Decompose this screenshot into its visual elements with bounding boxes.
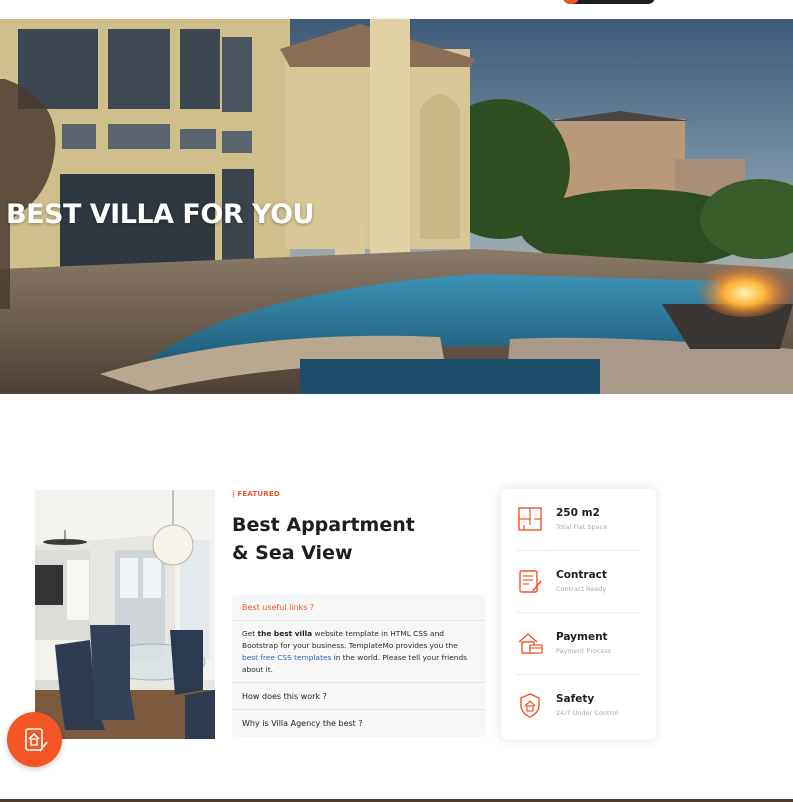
info-value: 250 m2 xyxy=(556,507,600,519)
faq-accordion: Best useful links ? Get the best villa w… xyxy=(232,595,485,737)
apartment-photo xyxy=(35,490,215,739)
info-label: 24/7 Under Control xyxy=(556,709,618,717)
featured-title: Best Appartment & Sea View xyxy=(232,511,482,567)
contract-icon xyxy=(519,570,542,593)
info-value: Contract xyxy=(556,569,607,581)
info-label: Payment Process xyxy=(556,647,612,655)
floor-plan-icon xyxy=(518,507,542,531)
featured-title-line2: & Sea View xyxy=(232,542,353,564)
featured-title-line1: Best Appartment xyxy=(232,514,415,536)
info-label: Contract Ready xyxy=(556,585,607,593)
accordion-item-open[interactable]: Best useful links ? xyxy=(232,595,485,621)
info-row-contract: Contract Contract Ready xyxy=(516,551,640,613)
info-value: Safety xyxy=(556,693,595,705)
info-card: 250 m2 Total Flat Space Contract Contrac… xyxy=(501,489,656,740)
top-strip xyxy=(0,0,793,19)
info-value: Payment xyxy=(556,631,608,643)
info-row-flat-space: 250 m2 Total Flat Space xyxy=(516,489,640,551)
floating-house-icon-badge[interactable] xyxy=(7,712,62,767)
accordion-item[interactable]: How does this work ? xyxy=(232,683,485,710)
page: BEST VILLA FOR YOU | FEATURED Best Appar… xyxy=(0,0,793,802)
header-button[interactable] xyxy=(563,0,655,4)
payment-icon xyxy=(518,633,543,654)
info-row-payment: Payment Payment Process xyxy=(516,613,640,675)
best-free-css-templates-link[interactable]: best free CSS templates xyxy=(242,653,331,662)
apartment-interior-image xyxy=(35,490,215,739)
accordion-body: Get the best villa website template in H… xyxy=(232,621,485,683)
featured-label: | FEATURED xyxy=(232,490,280,498)
hero-title: BEST VILLA FOR YOU xyxy=(6,199,315,230)
header-button-accent xyxy=(563,0,579,4)
info-label: Total Flat Space xyxy=(556,523,608,531)
house-document-icon xyxy=(24,727,48,752)
safety-icon xyxy=(520,693,540,718)
info-row-safety: Safety 24/7 Under Control xyxy=(516,675,640,737)
accordion-body-prefix: Get xyxy=(242,629,258,638)
hero-banner: BEST VILLA FOR YOU xyxy=(0,19,793,394)
accordion-item[interactable]: Why is Villa Agency the best ? xyxy=(232,710,485,737)
accordion-body-bold: the best villa xyxy=(257,629,313,638)
